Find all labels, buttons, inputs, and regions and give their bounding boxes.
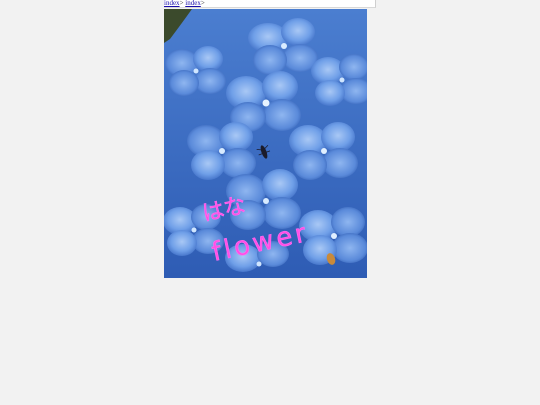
hydrangea-photo: はな flower: [164, 9, 367, 278]
page: index> index> はな flower: [0, 0, 540, 405]
breadcrumb-link-index-1[interactable]: index: [164, 0, 180, 7]
breadcrumb-link-index-2[interactable]: index: [185, 0, 201, 7]
hydrangea-image: はな flower: [164, 9, 367, 278]
breadcrumb: index> index>: [164, 0, 376, 8]
content-column: index> index> はな flower: [164, 0, 376, 278]
breadcrumb-separator: >: [179, 0, 184, 7]
breadcrumb-separator: >: [200, 0, 205, 7]
